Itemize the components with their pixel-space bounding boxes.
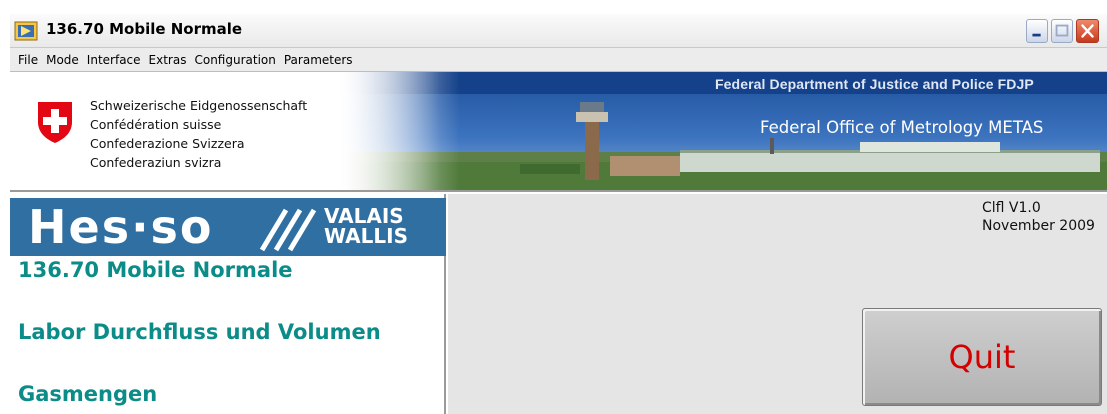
- measurement-type: Gasmengen: [18, 382, 158, 406]
- hes-so-slashes-icon: [259, 208, 317, 252]
- menu-interface[interactable]: Interface: [83, 53, 145, 67]
- close-button[interactable]: [1076, 19, 1099, 43]
- release-date-label: November 2009: [982, 218, 1095, 234]
- menu-file[interactable]: File: [14, 53, 42, 67]
- menu-extras[interactable]: Extras: [145, 53, 191, 67]
- window-title: 136.70 Mobile Normale: [46, 20, 243, 38]
- swiss-cross-icon: [38, 102, 72, 143]
- menu-parameters[interactable]: Parameters: [280, 53, 357, 67]
- department-label: Federal Department of Justice and Police…: [715, 76, 1034, 92]
- right-control-panel: Clfl V1.0 November 2009 Quit: [448, 194, 1107, 414]
- close-icon: [1081, 24, 1094, 38]
- office-label: Federal Office of Metrology METAS: [760, 118, 1044, 137]
- minimize-button[interactable]: [1026, 19, 1048, 43]
- version-label: Clfl V1.0: [982, 200, 1041, 216]
- app-icon: [14, 21, 38, 41]
- confederation-line-de: Schweizerische Eidgenossenschaft: [90, 98, 308, 113]
- confederation-line-rm: Confederaziun svizra: [90, 155, 222, 170]
- quit-button[interactable]: Quit: [862, 308, 1102, 406]
- confederation-line-fr: Confédération suisse: [90, 117, 222, 132]
- hes-so-region-line1: VALAIS: [324, 204, 404, 228]
- menu-mode[interactable]: Mode: [42, 53, 83, 67]
- header-banner: Schweizerische Eidgenossenschaft Confédé…: [10, 72, 1107, 192]
- left-info-panel: Hes·so VALAIS WALLIS 136.70 Mobile Norma…: [10, 194, 446, 414]
- hes-so-logo: Hes·so VALAIS WALLIS: [10, 198, 446, 256]
- maximize-button[interactable]: [1051, 19, 1073, 43]
- hes-so-region-line2: WALLIS: [324, 224, 408, 248]
- program-title: 136.70 Mobile Normale: [18, 258, 293, 282]
- title-bar: 136.70 Mobile Normale: [10, 14, 1107, 48]
- menu-bar: File Mode Interface Extras Configuration…: [10, 48, 1107, 72]
- lab-name: Labor Durchfluss und Volumen: [18, 320, 381, 344]
- maximize-icon: [1055, 24, 1069, 37]
- confederation-line-it: Confederazione Svizzera: [90, 136, 245, 151]
- menu-configuration[interactable]: Configuration: [190, 53, 279, 67]
- confederation-block: Schweizerische Eidgenossenschaft Confédé…: [10, 72, 440, 190]
- hes-so-wordmark: Hes·so: [28, 200, 214, 254]
- minimize-icon: [1032, 33, 1041, 37]
